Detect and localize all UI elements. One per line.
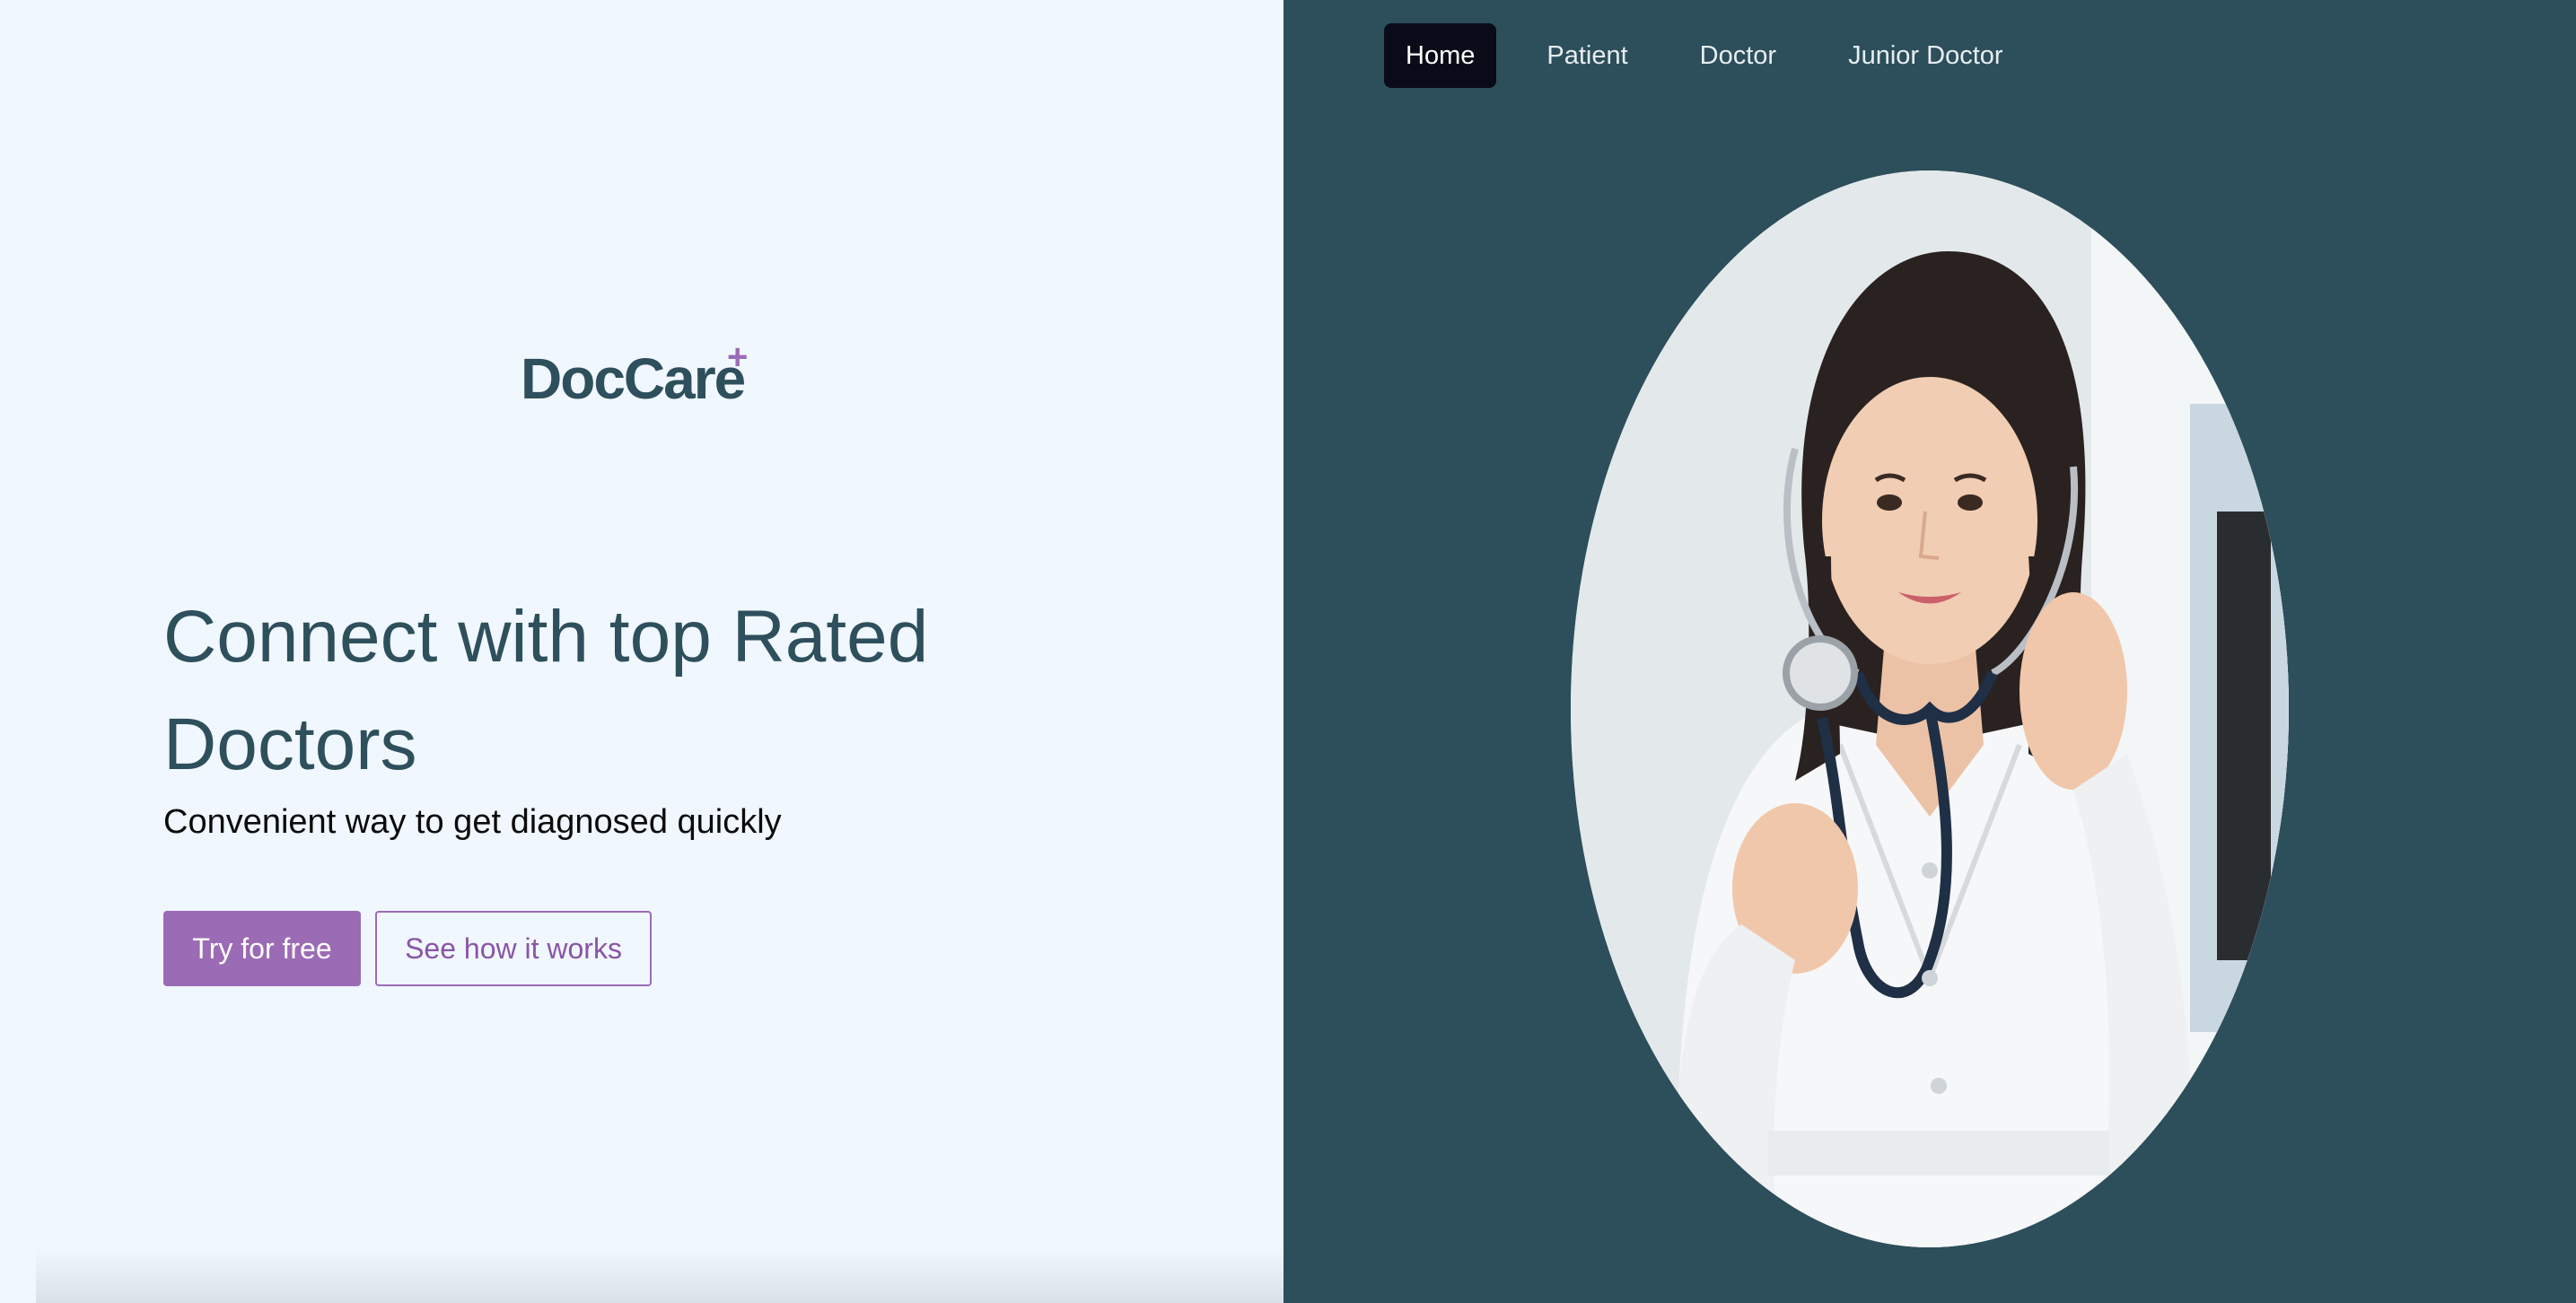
logo-plus-icon: + [727, 337, 749, 377]
doccare-logo[interactable]: DocCare [521, 345, 746, 412]
nav-doctor[interactable]: Doctor [1678, 23, 1798, 88]
bottom-shadow [36, 1249, 1284, 1303]
try-for-free-button[interactable]: Try for free [163, 911, 361, 986]
hero-left-panel: DocCare + Connect with top Rated Doctors… [0, 0, 1284, 1303]
doctor-illustration [1571, 171, 2289, 1247]
doctor-photo [1571, 171, 2289, 1247]
nav-junior-doctor[interactable]: Junior Doctor [1827, 23, 2024, 88]
nav-home[interactable]: Home [1384, 23, 1497, 88]
landing-page: DocCare + Connect with top Rated Doctors… [0, 0, 2576, 1303]
nav-patient[interactable]: Patient [1525, 23, 1649, 88]
main-nav: Home Patient Doctor Junior Doctor [1384, 23, 2054, 88]
hero-headline: Connect with top Rated Doctors [163, 596, 929, 785]
hero-right-panel: Home Patient Doctor Junior Doctor [1284, 0, 2576, 1303]
see-how-it-works-button[interactable]: See how it works [375, 911, 652, 986]
hero-subheadline: Convenient way to get diagnosed quickly [163, 803, 782, 841]
